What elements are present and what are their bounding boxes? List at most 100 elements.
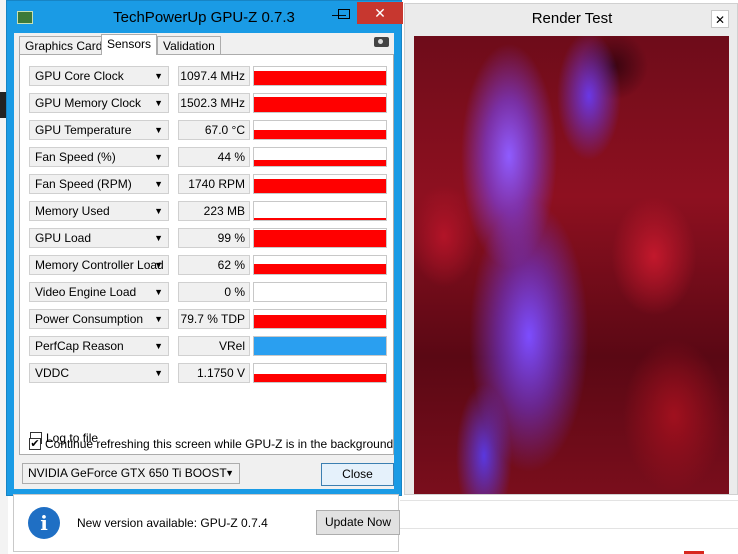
sensor-graph-fill — [254, 178, 386, 193]
gpuz-window: TechPowerUp GPU-Z 0.7.3 — ✕ Graphics Car… — [6, 0, 403, 496]
sensor-graph-fill — [254, 264, 386, 274]
sensor-graph — [253, 255, 387, 275]
close-button[interactable]: Close — [321, 463, 394, 486]
gpuz-titlebar[interactable]: TechPowerUp GPU-Z 0.7.3 — ✕ — [7, 1, 403, 33]
sensor-name: Memory Used — [35, 204, 110, 218]
render-test-window: Render Test ✕ — [404, 3, 738, 495]
sensor-graph-fill — [254, 130, 386, 139]
sensor-name: Memory Controller Load — [35, 258, 164, 272]
sensor-graph-fill — [254, 159, 386, 166]
sensor-name: Power Consumption — [35, 312, 144, 326]
sensor-value: 62 % — [178, 255, 250, 275]
sensor-graph — [253, 282, 387, 302]
sensor-row: Memory Controller Load ▼ 62 % — [29, 255, 387, 275]
sensor-name: VDDC — [35, 366, 70, 380]
sensor-value: 223 MB — [178, 201, 250, 221]
sensor-select[interactable]: VDDC ▼ — [29, 363, 169, 383]
sensor-value: 44 % — [178, 147, 250, 167]
chevron-down-icon: ▼ — [154, 341, 163, 351]
sensor-value: 79.7 % TDP — [178, 309, 250, 329]
sensor-name: GPU Load — [35, 231, 92, 245]
sensor-name: PerfCap Reason — [35, 339, 124, 353]
sensor-row: GPU Temperature ▼ 67.0 °C — [29, 120, 387, 140]
sensor-graph — [253, 147, 387, 167]
sensor-graph-fill — [254, 337, 386, 355]
window-close-button[interactable]: ✕ — [357, 2, 403, 24]
sensor-graph — [253, 228, 387, 248]
sensor-value: 1097.4 MHz — [178, 66, 250, 86]
sensor-name: Fan Speed (%) — [35, 150, 116, 164]
camera-icon[interactable] — [374, 37, 389, 47]
sensor-row: VDDC ▼ 1.1750 V — [29, 363, 387, 383]
maximize-button[interactable] — [338, 9, 350, 19]
chevron-down-icon: ▼ — [154, 206, 163, 216]
update-now-button[interactable]: Update Now — [316, 510, 400, 535]
gpuz-client-area: Graphics Card Sensors Validation GPU Cor… — [14, 33, 394, 489]
chevron-down-icon: ▼ — [154, 152, 163, 162]
sensor-value: 0 % — [178, 282, 250, 302]
info-icon: i — [28, 507, 60, 539]
sensor-select[interactable]: Power Consumption ▼ — [29, 309, 169, 329]
sensor-name: GPU Memory Clock — [35, 96, 142, 110]
sensor-select[interactable]: GPU Core Clock ▼ — [29, 66, 169, 86]
sensor-value: 67.0 °C — [178, 120, 250, 140]
tab-validation[interactable]: Validation — [157, 36, 221, 54]
sensor-select[interactable]: Memory Controller Load ▼ — [29, 255, 169, 275]
sensor-graph-fill — [254, 229, 386, 247]
sensor-graph — [253, 120, 387, 140]
tab-sensors[interactable]: Sensors — [101, 34, 158, 55]
sensor-row: Power Consumption ▼ 79.7 % TDP — [29, 309, 387, 329]
chevron-down-icon: ▼ — [154, 368, 163, 378]
sensor-graph — [253, 336, 387, 356]
sensor-select[interactable]: GPU Memory Clock ▼ — [29, 93, 169, 113]
background-divider — [400, 500, 738, 501]
sensor-row: Memory Used ▼ 223 MB — [29, 201, 387, 221]
sensor-value: 1740 RPM — [178, 174, 250, 194]
background-divider — [400, 528, 738, 529]
sensor-select[interactable]: Fan Speed (%) ▼ — [29, 147, 169, 167]
sensor-graph — [253, 363, 387, 383]
sensor-select[interactable]: GPU Temperature ▼ — [29, 120, 169, 140]
chevron-down-icon: ▼ — [154, 71, 163, 81]
sensor-graph-fill — [254, 97, 386, 112]
render-test-title: Render Test — [531, 10, 613, 27]
gpu-select-value: NVIDIA GeForce GTX 650 Ti BOOST — [28, 466, 227, 480]
sensor-graph-fill — [254, 373, 386, 382]
sensor-value: 99 % — [178, 228, 250, 248]
sensor-name: Fan Speed (RPM) — [35, 177, 132, 191]
chevron-down-icon: ▼ — [154, 314, 163, 324]
sensor-select[interactable]: Video Engine Load ▼ — [29, 282, 169, 302]
sensor-select[interactable]: Memory Used ▼ — [29, 201, 169, 221]
chevron-down-icon: ▼ — [154, 125, 163, 135]
continue-refresh-label: Continue refreshing this screen while GP… — [45, 437, 394, 451]
sensor-row: GPU Load ▼ 99 % — [29, 228, 387, 248]
sensor-graph — [253, 201, 387, 221]
checkbox-box[interactable]: ✔ — [29, 438, 41, 450]
sensor-name: GPU Temperature — [35, 123, 132, 137]
render-canvas — [414, 36, 729, 494]
sensor-graph — [253, 309, 387, 329]
sensor-select[interactable]: GPU Load ▼ — [29, 228, 169, 248]
sensor-select[interactable]: PerfCap Reason ▼ — [29, 336, 169, 356]
render-test-close-button[interactable]: ✕ — [711, 10, 729, 28]
tab-graphics-card[interactable]: Graphics Card — [19, 36, 109, 54]
sensor-graph-fill — [254, 218, 386, 220]
sensor-name: GPU Core Clock — [35, 69, 124, 83]
chevron-down-icon: ▼ — [154, 233, 163, 243]
sensor-row: GPU Core Clock ▼ 1097.4 MHz — [29, 66, 387, 86]
sensor-graph-fill — [254, 314, 386, 328]
chevron-down-icon: ▼ — [154, 287, 163, 297]
sensor-graph-fill — [254, 70, 386, 85]
sensor-row: GPU Memory Clock ▼ 1502.3 MHz — [29, 93, 387, 113]
chevron-down-icon: ▼ — [154, 98, 163, 108]
sensor-select[interactable]: Fan Speed (RPM) ▼ — [29, 174, 169, 194]
sensor-graph — [253, 93, 387, 113]
sensor-graph — [253, 174, 387, 194]
sensor-value: 1502.3 MHz — [178, 93, 250, 113]
gpu-select-dropdown[interactable]: NVIDIA GeForce GTX 650 Ti BOOST ▼ — [22, 463, 240, 484]
chevron-down-icon: ▼ — [154, 179, 163, 189]
sensor-graph — [253, 66, 387, 86]
sensor-row: PerfCap Reason ▼ VRel — [29, 336, 387, 356]
notification-message: New version available: GPU-Z 0.7.4 — [77, 516, 268, 530]
sensors-panel: GPU Core Clock ▼ 1097.4 MHz GPU Memory Cloc… — [19, 54, 394, 455]
